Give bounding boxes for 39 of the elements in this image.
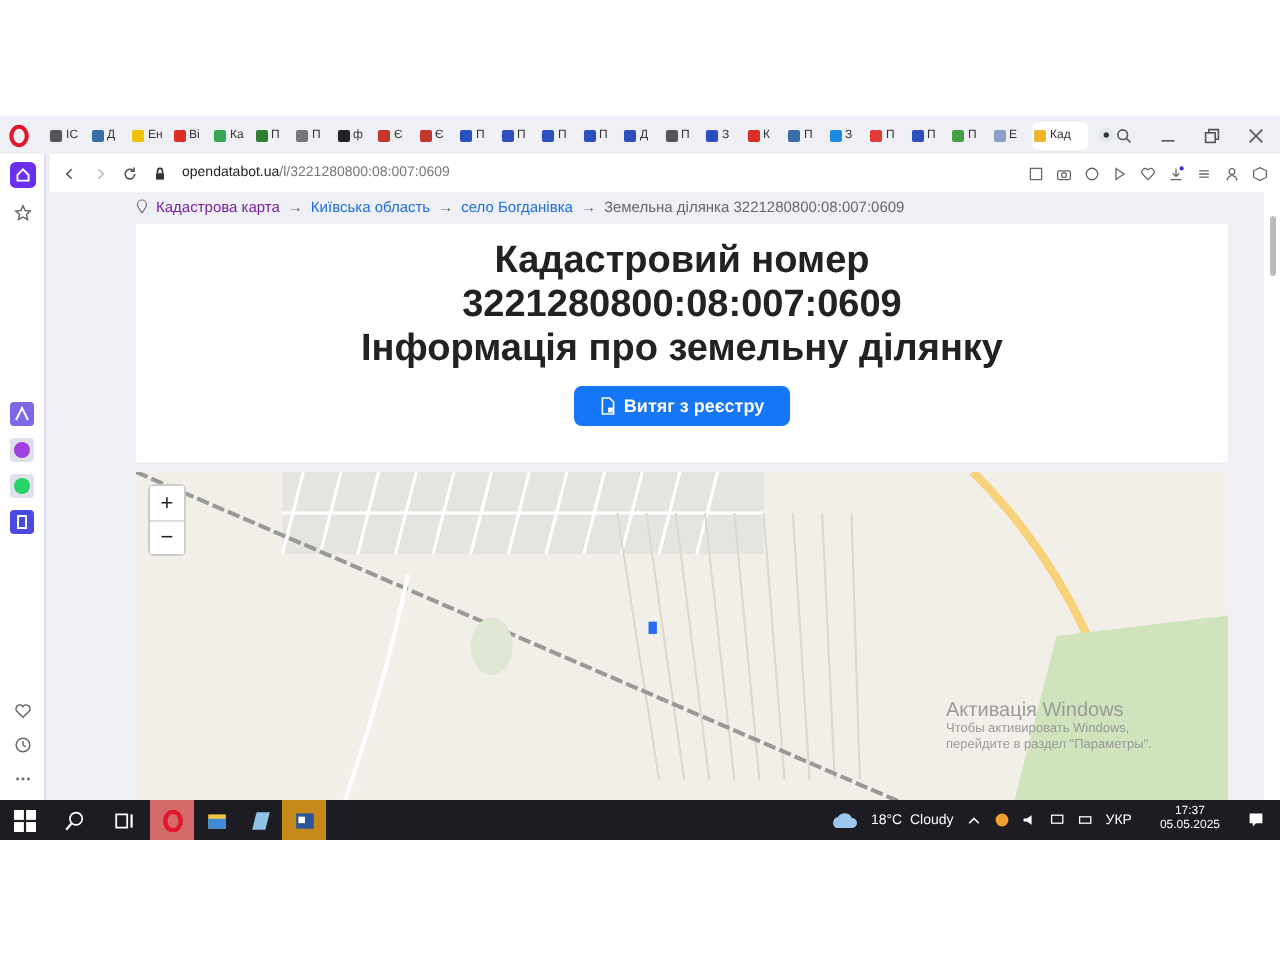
search-icon[interactable] — [1116, 127, 1133, 143]
notification-icon[interactable] — [1248, 812, 1264, 828]
download-icon[interactable] — [1168, 165, 1184, 181]
lock-icon — [152, 165, 168, 181]
close-icon[interactable] — [1248, 127, 1265, 143]
network-icon[interactable] — [1049, 812, 1066, 828]
word-taskbar-button[interactable] — [282, 800, 326, 840]
document-icon — [599, 396, 616, 416]
menu-icon[interactable] — [1196, 165, 1212, 181]
speaker-icon[interactable] — [1021, 812, 1038, 828]
page-title: Кадастровий номер — [494, 240, 870, 284]
page-title: 3221280800:08:007:0609 — [462, 284, 902, 328]
heart-icon[interactable] — [1140, 165, 1156, 181]
new-tab-icon[interactable] — [1097, 126, 1115, 144]
word-icon — [293, 809, 315, 831]
page-title: Інформація про земельну ділянку — [360, 328, 1003, 372]
tray-app-icon[interactable] — [993, 812, 1010, 828]
camera-icon[interactable] — [1056, 165, 1072, 181]
cloud-icon — [830, 812, 859, 828]
play-icon[interactable] — [1112, 165, 1128, 181]
star-icon[interactable] — [13, 204, 31, 222]
heart-icon[interactable] — [13, 702, 31, 720]
restore-icon[interactable] — [1204, 127, 1221, 143]
opera-logo-icon[interactable] — [8, 123, 31, 147]
zoom-out-button[interactable]: − — [150, 520, 184, 554]
reload-icon[interactable] — [122, 165, 138, 181]
home-icon[interactable] — [9, 162, 35, 188]
scrollbar-thumb[interactable] — [1269, 216, 1275, 276]
opera-logo-icon — [161, 809, 183, 831]
clock-icon[interactable] — [13, 736, 31, 754]
app-icon[interactable] — [10, 402, 34, 426]
notepad-icon — [249, 809, 271, 831]
folder-icon — [205, 809, 227, 831]
back-icon[interactable] — [62, 165, 78, 181]
activation-title: Активація Windows — [946, 700, 1126, 722]
profile-icon[interactable] — [1224, 165, 1240, 181]
chevron-up-icon[interactable] — [965, 812, 982, 828]
extract-button[interactable]: Витяг з реєстру — [573, 386, 791, 426]
map-pin-icon — [136, 198, 148, 214]
